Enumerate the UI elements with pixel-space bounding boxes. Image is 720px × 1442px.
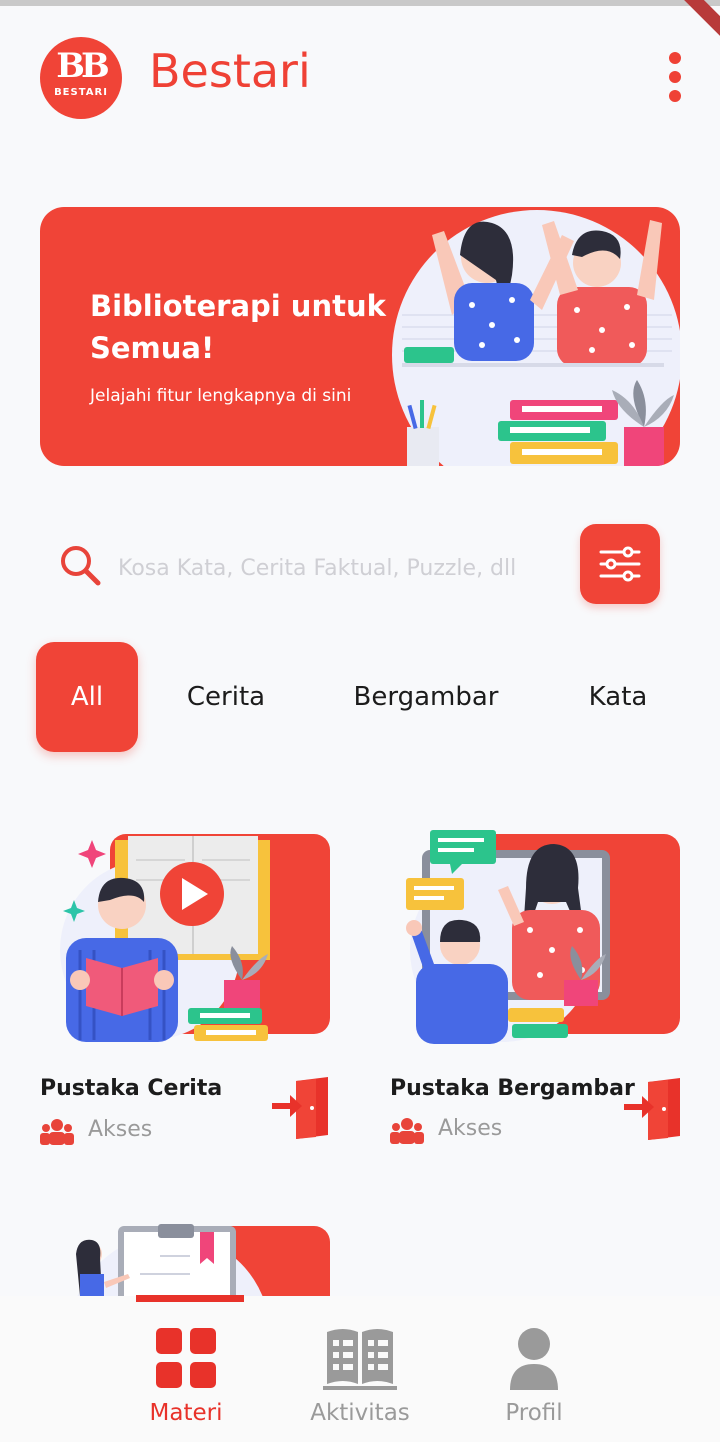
nav-item-profil[interactable]: Profil bbox=[474, 1326, 594, 1426]
nav-label-aktivitas: Aktivitas bbox=[310, 1400, 410, 1426]
app-logo: BB BESTARI bbox=[40, 37, 122, 119]
debug-banner bbox=[668, 0, 720, 48]
category-tab-cerita[interactable]: Cerita bbox=[170, 642, 282, 752]
status-strip bbox=[0, 0, 720, 6]
card-access-label: Akses bbox=[438, 1116, 503, 1141]
logo-text: BESTARI bbox=[54, 87, 108, 98]
enter-door-icon[interactable] bbox=[272, 1077, 330, 1139]
nav-item-aktivitas[interactable]: Aktivitas bbox=[300, 1326, 420, 1426]
sliders-icon bbox=[599, 546, 641, 582]
nav-item-materi[interactable]: Materi bbox=[126, 1326, 246, 1426]
card-title-pustaka-bergambar: Pustaka Bergambar bbox=[390, 1076, 635, 1101]
promo-banner[interactable]: Biblioterapi untuk Semua! Jelajahi fitur… bbox=[40, 207, 680, 466]
active-tab-indicator bbox=[136, 1295, 244, 1302]
logo-mark: BB bbox=[56, 46, 109, 86]
search-icon bbox=[61, 546, 101, 586]
pustaka-bergambar-illustration[interactable] bbox=[390, 830, 682, 1045]
category-tab-all[interactable]: All bbox=[36, 642, 138, 752]
more-menu-icon[interactable] bbox=[662, 52, 688, 104]
kids-celebrating-illustration bbox=[392, 210, 680, 466]
enter-door-icon[interactable] bbox=[624, 1078, 682, 1140]
card-access-label: Akses bbox=[88, 1117, 153, 1142]
pustaka-cerita-illustration[interactable] bbox=[40, 830, 332, 1045]
card-title-pustaka-cerita: Pustaka Cerita bbox=[40, 1076, 223, 1101]
banner-subtitle: Jelajahi fitur lengkapnya di sini bbox=[90, 386, 352, 406]
third-card-illustration[interactable] bbox=[40, 1224, 332, 1296]
category-tab-kata[interactable]: Kata bbox=[578, 642, 658, 752]
person-icon bbox=[510, 1328, 558, 1390]
banner-title: Biblioterapi untuk Semua! bbox=[90, 289, 386, 365]
search-input[interactable] bbox=[118, 548, 558, 588]
filter-button[interactable] bbox=[580, 524, 660, 604]
category-tab-bergambar[interactable]: Bergambar bbox=[340, 642, 512, 752]
nav-label-profil: Profil bbox=[505, 1400, 563, 1426]
nav-label-materi: Materi bbox=[149, 1400, 223, 1426]
grid-icon bbox=[156, 1328, 216, 1388]
bottom-navigation: Materi Aktivitas Profil bbox=[0, 1296, 720, 1442]
group-icon bbox=[40, 1119, 74, 1145]
book-icon bbox=[323, 1329, 397, 1390]
group-icon bbox=[390, 1118, 424, 1144]
app-title: Bestari bbox=[149, 44, 311, 98]
